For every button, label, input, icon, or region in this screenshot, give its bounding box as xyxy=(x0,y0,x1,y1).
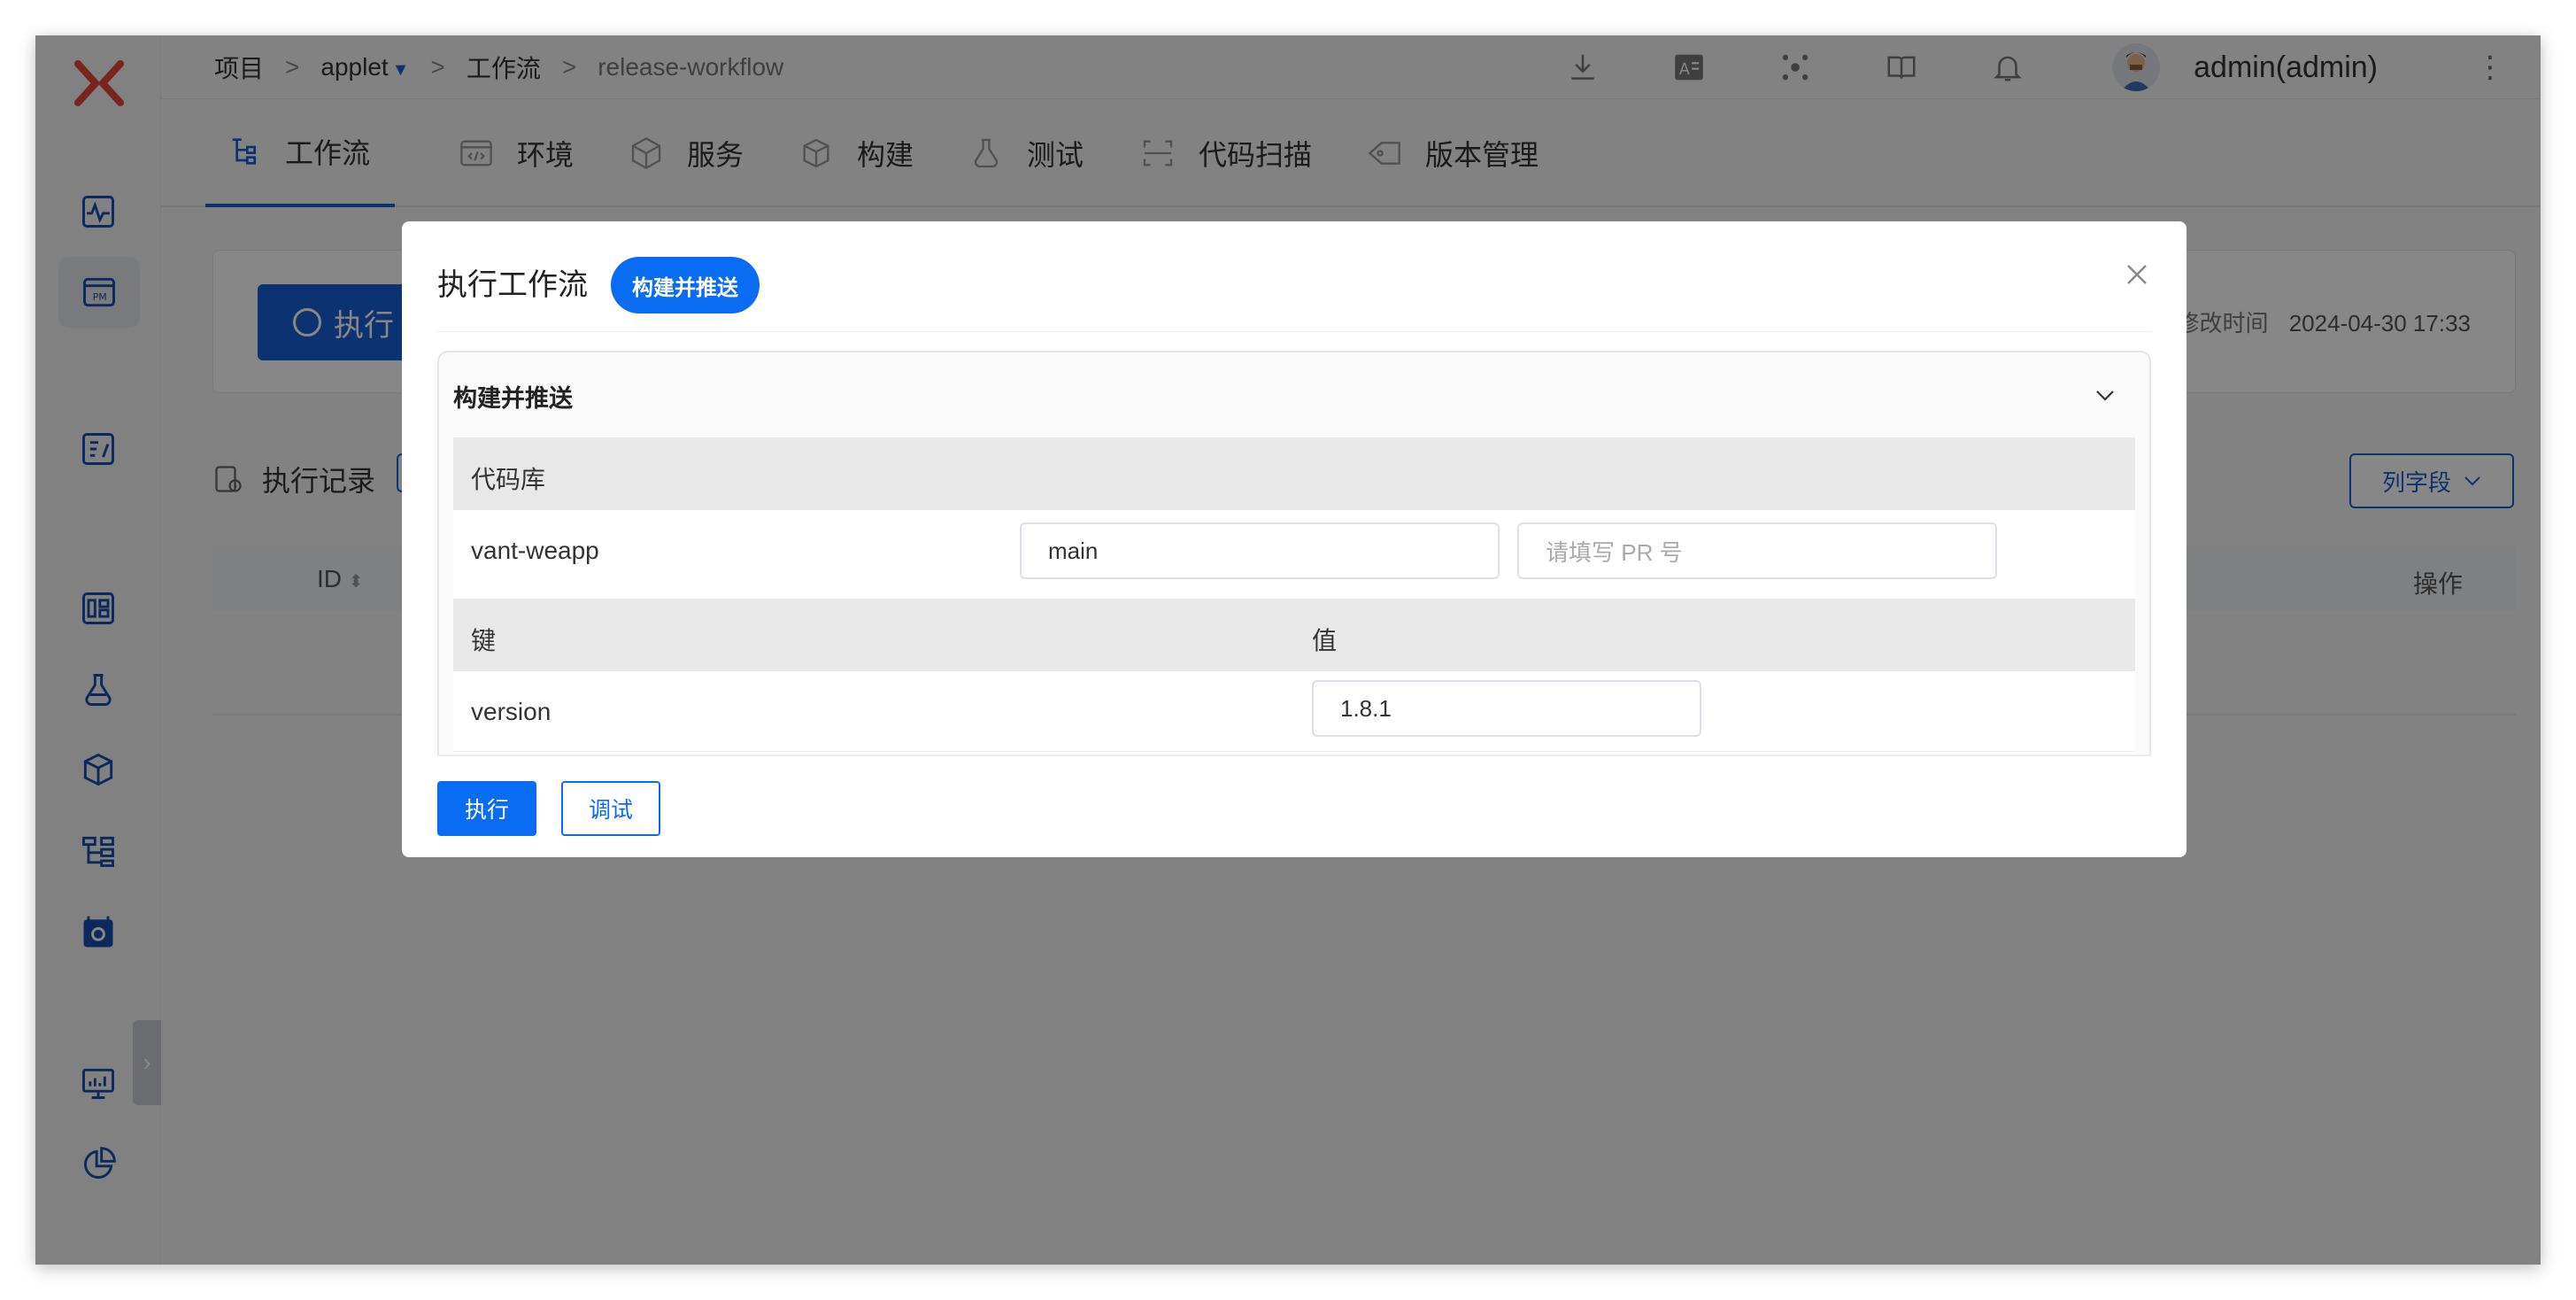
branch-value: main xyxy=(1048,537,1099,564)
repository-header-label: 代码库 xyxy=(471,466,546,493)
close-icon[interactable] xyxy=(2123,260,2151,289)
modal-footer-divider xyxy=(437,754,2151,756)
key-column-header: 键 xyxy=(471,627,497,654)
pr-number-input[interactable]: 请填写 PR 号 xyxy=(1517,522,1997,579)
repository-row: vant-weapp main 请填写 PR 号 xyxy=(453,510,2135,592)
repository-name: vant-weapp xyxy=(471,537,599,564)
params-section-header: 键 值 xyxy=(453,599,2135,671)
build-and-push-panel: 构建并推送 代码库 vant-weapp main 请填写 PR 号 键 值 v… xyxy=(437,351,2151,756)
workflow-stage-badge: 构建并推送 xyxy=(611,257,760,313)
debug-button[interactable]: 调试 xyxy=(561,781,660,836)
branch-select[interactable]: main xyxy=(1020,522,1500,579)
param-row: version 1.8.1 xyxy=(453,671,2135,753)
row-divider xyxy=(453,751,2135,752)
param-key: version xyxy=(471,698,551,725)
panel-body: 代码库 vant-weapp main 请填写 PR 号 键 值 version… xyxy=(453,437,2135,756)
value-column-header: 值 xyxy=(1312,627,1338,654)
modal-title: 执行工作流 xyxy=(437,268,588,302)
param-value: 1.8.1 xyxy=(1340,694,1392,722)
app-window: PM › 项目 > applet ▼ > 工作流 > release-workf… xyxy=(35,35,2541,1265)
param-value-input[interactable]: 1.8.1 xyxy=(1312,680,1701,737)
pr-number-placeholder: 请填写 PR 号 xyxy=(1546,538,1683,566)
chevron-down-icon[interactable] xyxy=(2093,383,2117,407)
modal-header-divider xyxy=(437,331,2151,332)
execute-workflow-modal: 执行工作流 构建并推送 构建并推送 代码库 vant-weapp main 请填… xyxy=(402,221,2187,857)
panel-title[interactable]: 构建并推送 xyxy=(453,379,573,414)
execute-button[interactable]: 执行 xyxy=(437,781,536,836)
repository-section-header: 代码库 xyxy=(453,437,2135,510)
